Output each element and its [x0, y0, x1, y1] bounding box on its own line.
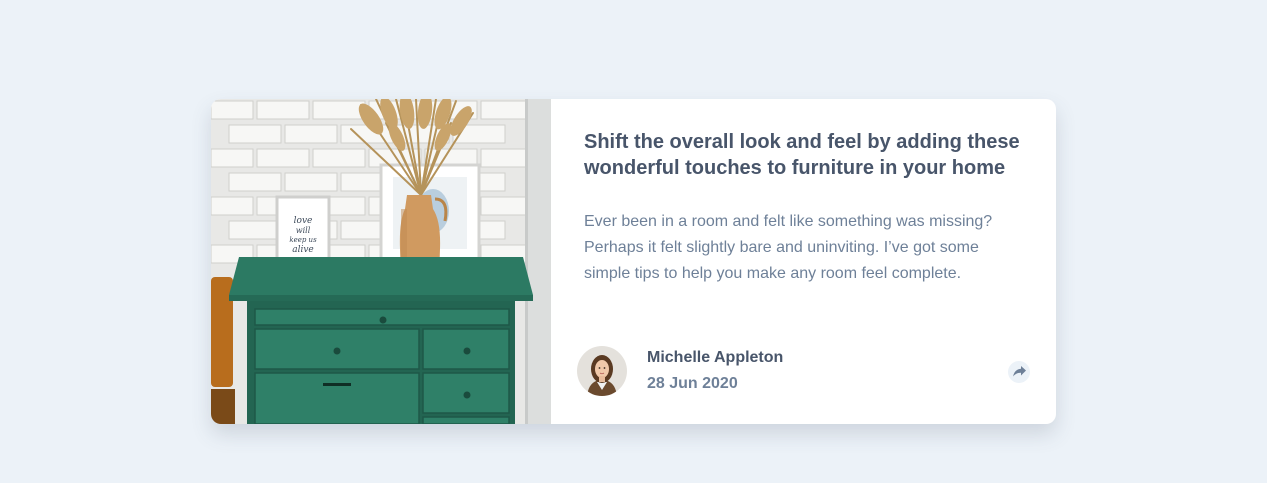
svg-text:love: love [294, 216, 313, 226]
card-content: Shift the overall look and feel by addin… [551, 99, 1056, 424]
article-description: Ever been in a room and felt like someth… [584, 213, 993, 282]
author-avatar [577, 346, 627, 396]
author-name: Michelle Appleton [647, 349, 784, 366]
svg-text:will: will [296, 226, 311, 235]
article-preview-card: love will keep us alive Shift the overal… [211, 99, 1056, 424]
share-button[interactable] [1008, 361, 1030, 383]
share-icon [1012, 365, 1026, 380]
svg-text:alive: alive [292, 245, 314, 255]
article-title[interactable]: Shift the overall look and feel by addin… [584, 129, 1029, 181]
svg-text:keep us: keep us [289, 236, 317, 244]
drawers-photo: love will keep us alive [211, 99, 551, 424]
publish-date: 28 Jun 2020 [647, 375, 738, 392]
